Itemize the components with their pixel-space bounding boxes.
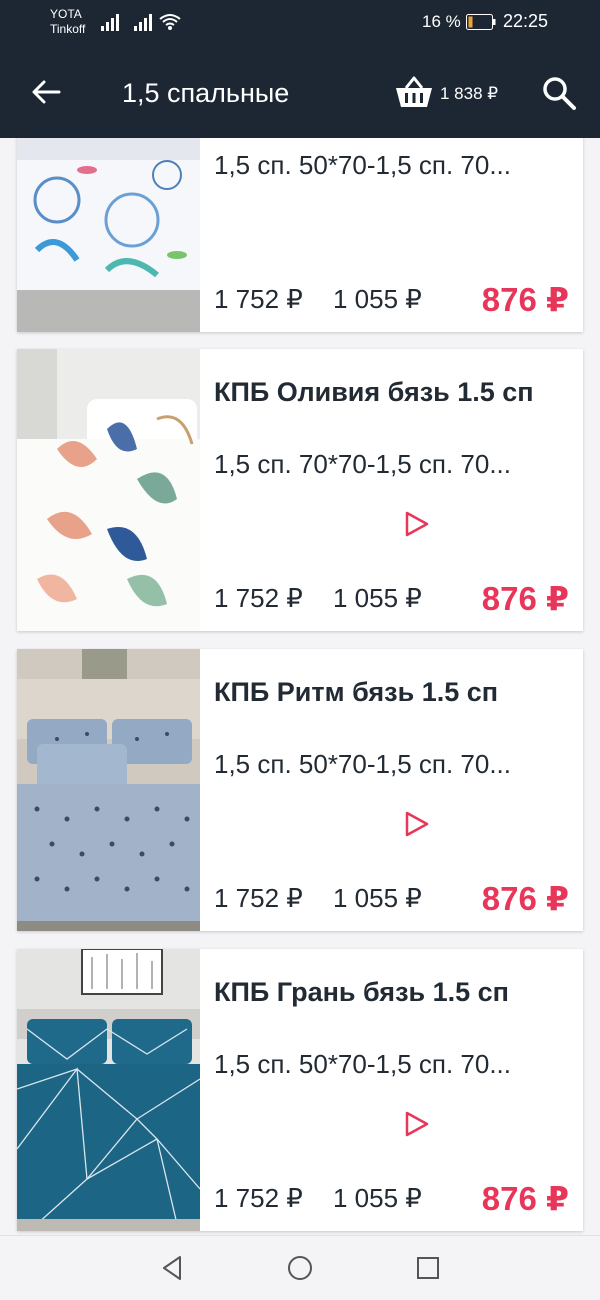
play-icon[interactable] <box>401 809 431 839</box>
product-name: КПБ Оливия бязь 1.5 сп <box>214 377 534 407</box>
carrier-names: YOTA Tinkoff <box>50 7 85 37</box>
product-card[interactable]: 1,5 сп. 50*70-1,5 сп. 70... 1 752 ₽ 1 05… <box>17 138 583 332</box>
product-sizes: 1,5 сп. 50*70-1,5 сп. 70... <box>214 150 511 180</box>
product-price: 876 ₽ <box>481 281 569 318</box>
carrier-yota: YOTA <box>50 7 82 21</box>
product-image[interactable] <box>17 649 200 931</box>
wifi-icon <box>159 14 181 30</box>
product-image[interactable] <box>17 949 200 1231</box>
price-old-2: 1 055 ₽ <box>333 583 422 613</box>
price-old: 1 752 ₽ <box>214 284 303 314</box>
product-card[interactable]: КПБ Грань бязь 1.5 сп 1,5 сп. 50*70-1,5 … <box>17 949 583 1231</box>
product-name: КПБ Грань бязь 1.5 сп <box>214 977 509 1007</box>
product-price: 876 ₽ <box>481 1180 569 1217</box>
play-icon[interactable] <box>401 509 431 539</box>
basket-icon[interactable] <box>394 74 434 110</box>
product-card[interactable]: КПБ Ритм бязь 1.5 сп 1,5 сп. 50*70-1,5 с… <box>17 649 583 931</box>
signal-icon <box>101 14 119 31</box>
price-old-2: 1 055 ₽ <box>333 883 422 913</box>
nav-back-icon[interactable] <box>158 1254 186 1282</box>
product-price: 876 ₽ <box>481 580 569 617</box>
battery-percent: 16 % <box>422 12 461 31</box>
carrier-tinkoff: Tinkoff <box>50 22 86 36</box>
product-image[interactable] <box>17 349 200 631</box>
product-list[interactable]: 1,5 сп. 50*70-1,5 сп. 70... 1 752 ₽ 1 05… <box>0 138 600 1235</box>
clock: 22:25 <box>503 11 549 31</box>
back-arrow-icon[interactable] <box>28 74 64 110</box>
product-card[interactable]: КПБ Оливия бязь 1.5 сп 1,5 сп. 70*70-1,5… <box>17 349 583 631</box>
page-title: 1,5 спальные <box>122 78 290 108</box>
product-sizes: 1,5 сп. 70*70-1,5 сп. 70... <box>214 449 511 479</box>
price-old-2: 1 055 ₽ <box>333 1183 422 1213</box>
price-old: 1 752 ₽ <box>214 583 303 613</box>
system-nav-bar <box>0 1235 600 1300</box>
signal-icon-2 <box>134 14 152 31</box>
product-image[interactable] <box>17 138 200 332</box>
search-icon[interactable] <box>540 74 578 112</box>
nav-recent-apps-icon[interactable] <box>414 1254 442 1282</box>
price-old: 1 752 ₽ <box>214 883 303 913</box>
app-bar: 1,5 спальные 1 838 ₽ <box>0 46 600 138</box>
status-bar: YOTA Tinkoff 16 % 22:25 <box>0 0 600 46</box>
product-name: КПБ Ритм бязь 1.5 сп <box>214 677 499 707</box>
play-icon[interactable] <box>401 1109 431 1139</box>
cart-total[interactable]: 1 838 ₽ <box>440 84 498 104</box>
nav-home-icon[interactable] <box>286 1254 314 1282</box>
price-old: 1 752 ₽ <box>214 1183 303 1213</box>
price-old-2: 1 055 ₽ <box>333 284 422 314</box>
battery-icon <box>466 14 496 30</box>
product-price: 876 ₽ <box>481 880 569 917</box>
product-sizes: 1,5 сп. 50*70-1,5 сп. 70... <box>214 1049 511 1079</box>
product-sizes: 1,5 сп. 50*70-1,5 сп. 70... <box>214 749 511 779</box>
